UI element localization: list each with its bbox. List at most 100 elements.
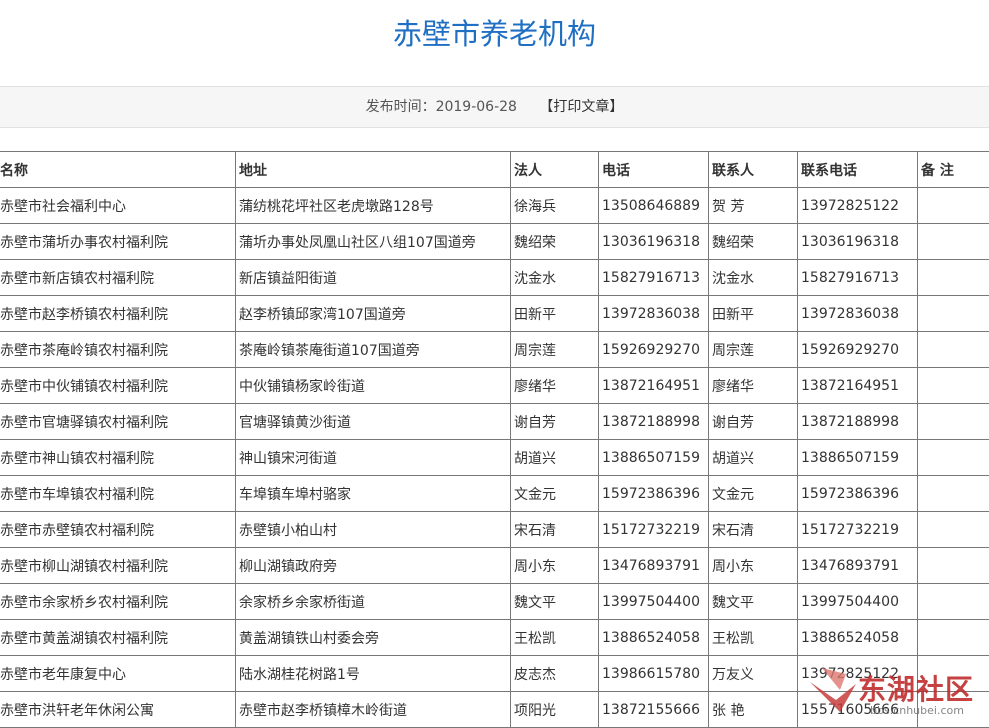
cell-name: 赤壁市黄盖湖镇农村福利院 [0,620,236,656]
cell-legal-person: 项阳光 [511,692,599,728]
cell-contact-phone: 15972386396 [798,476,918,512]
cell-remark [918,584,989,620]
cell-name: 赤壁市茶庵岭镇农村福利院 [0,332,236,368]
cell-phone: 15172732219 [599,512,709,548]
cell-contact: 魏绍荣 [709,224,798,260]
cell-contact-phone: 13997504400 [798,584,918,620]
cell-legal-person: 魏文平 [511,584,599,620]
cell-phone: 13886507159 [599,440,709,476]
cell-legal-person: 田新平 [511,296,599,332]
table-row: 赤壁市蒲圻办事农村福利院蒲圻办事处凤凰山社区八组107国道旁魏绍荣1303619… [0,224,989,260]
column-header: 名称 [0,152,236,188]
cell-phone: 13476893791 [599,548,709,584]
cell-contact-phone: 13886524058 [798,620,918,656]
cell-phone: 13997504400 [599,584,709,620]
table-row: 赤壁市新店镇农村福利院新店镇益阳街道沈金水15827916713沈金水15827… [0,260,989,296]
cell-contact-phone: 13036196318 [798,224,918,260]
cell-phone: 15827916713 [599,260,709,296]
cell-legal-person: 胡道兴 [511,440,599,476]
cell-contact-phone: 13872188998 [798,404,918,440]
cell-name: 赤壁市社会福利中心 [0,188,236,224]
watermark-url: bbs.cnhubei.com [870,704,964,717]
cell-legal-person: 廖绪华 [511,368,599,404]
cell-contact: 贺 芳 [709,188,798,224]
cell-phone: 15926929270 [599,332,709,368]
cell-address: 陆水湖桂花树路1号 [236,656,511,692]
cell-legal-person: 魏绍荣 [511,224,599,260]
cell-name: 赤壁市洪轩老年休闲公寓 [0,692,236,728]
cell-phone: 13886524058 [599,620,709,656]
cell-name: 赤壁市赵李桥镇农村福利院 [0,296,236,332]
cell-remark [918,296,989,332]
table-row: 赤壁市茶庵岭镇农村福利院茶庵岭镇茶庵街道107国道旁周宗莲15926929270… [0,332,989,368]
cell-phone: 15972386396 [599,476,709,512]
cell-legal-person: 谢自芳 [511,404,599,440]
cell-phone: 13872164951 [599,368,709,404]
cell-phone: 13986615780 [599,656,709,692]
cell-contact: 胡道兴 [709,440,798,476]
watermark-brand: 东湖社区 [858,668,974,708]
cell-address: 茶庵岭镇茶庵街道107国道旁 [236,332,511,368]
article-info-bar: 发布时间：2019-06-28 【打印文章】 [0,86,989,128]
table-row: 赤壁市余家桥乡农村福利院余家桥乡余家桥街道魏文平13997504400魏文平13… [0,584,989,620]
cell-legal-person: 徐海兵 [511,188,599,224]
cell-contact-phone: 15172732219 [798,512,918,548]
column-header: 备 注 [918,152,989,188]
cell-contact: 王松凯 [709,620,798,656]
cell-contact: 田新平 [709,296,798,332]
cell-remark [918,548,989,584]
cell-address: 黄盖湖镇铁山村委会旁 [236,620,511,656]
cell-remark [918,260,989,296]
cell-remark [918,620,989,656]
cell-legal-person: 皮志杰 [511,656,599,692]
site-watermark: 东湖社区 bbs.cnhubei.com [806,660,989,722]
cell-name: 赤壁市老年康复中心 [0,656,236,692]
cell-remark [918,224,989,260]
cell-legal-person: 宋石清 [511,512,599,548]
table-row: 赤壁市官塘驿镇农村福利院官塘驿镇黄沙街道谢自芳13872188998谢自芳138… [0,404,989,440]
cell-name: 赤壁市赤壁镇农村福利院 [0,512,236,548]
page-title: 赤壁市养老机构 [0,14,989,54]
cell-contact: 张 艳 [709,692,798,728]
column-header: 联系电话 [798,152,918,188]
column-header: 联系人 [709,152,798,188]
cell-phone: 13872155666 [599,692,709,728]
cell-legal-person: 王松凯 [511,620,599,656]
cell-legal-person: 沈金水 [511,260,599,296]
cell-name: 赤壁市柳山湖镇农村福利院 [0,548,236,584]
cell-contact-phone: 15926929270 [798,332,918,368]
cell-remark [918,188,989,224]
cell-name: 赤壁市新店镇农村福利院 [0,260,236,296]
table-row: 赤壁市社会福利中心蒲纺桃花坪社区老虎墩路128号徐海兵13508646889贺 … [0,188,989,224]
cell-contact-phone: 13972825122 [798,188,918,224]
cell-address: 蒲纺桃花坪社区老虎墩路128号 [236,188,511,224]
table-row: 赤壁市赵李桥镇农村福利院赵李桥镇邱家湾107国道旁田新平13972836038田… [0,296,989,332]
cell-contact: 周小东 [709,548,798,584]
cell-address: 中伙铺镇杨家岭街道 [236,368,511,404]
cell-address: 柳山湖镇政府旁 [236,548,511,584]
table-row: 赤壁市神山镇农村福利院神山镇宋河街道胡道兴13886507159胡道兴13886… [0,440,989,476]
cell-name: 赤壁市中伙铺镇农村福利院 [0,368,236,404]
cell-contact: 文金元 [709,476,798,512]
cell-remark [918,476,989,512]
column-header: 电话 [599,152,709,188]
cell-contact: 谢自芳 [709,404,798,440]
cell-address: 车埠镇车埠村骆家 [236,476,511,512]
print-article-link[interactable]: 【打印文章】 [539,99,623,115]
cell-contact-phone: 13872164951 [798,368,918,404]
column-header: 法人 [511,152,599,188]
cell-address: 神山镇宋河街道 [236,440,511,476]
cell-contact: 沈金水 [709,260,798,296]
cell-remark [918,368,989,404]
publish-label: 发布时间： [366,99,436,115]
elderly-care-institutions-table: 名称地址法人电话联系人联系电话备 注 赤壁市社会福利中心蒲纺桃花坪社区老虎墩路1… [0,151,989,728]
cell-legal-person: 文金元 [511,476,599,512]
cell-phone: 13036196318 [599,224,709,260]
cell-remark [918,512,989,548]
cell-contact: 万友义 [709,656,798,692]
cell-address: 赤壁市赵李桥镇樟木岭街道 [236,692,511,728]
cell-phone: 13872188998 [599,404,709,440]
cell-name: 赤壁市神山镇农村福利院 [0,440,236,476]
cell-address: 赤壁镇小柏山村 [236,512,511,548]
cell-name: 赤壁市蒲圻办事农村福利院 [0,224,236,260]
